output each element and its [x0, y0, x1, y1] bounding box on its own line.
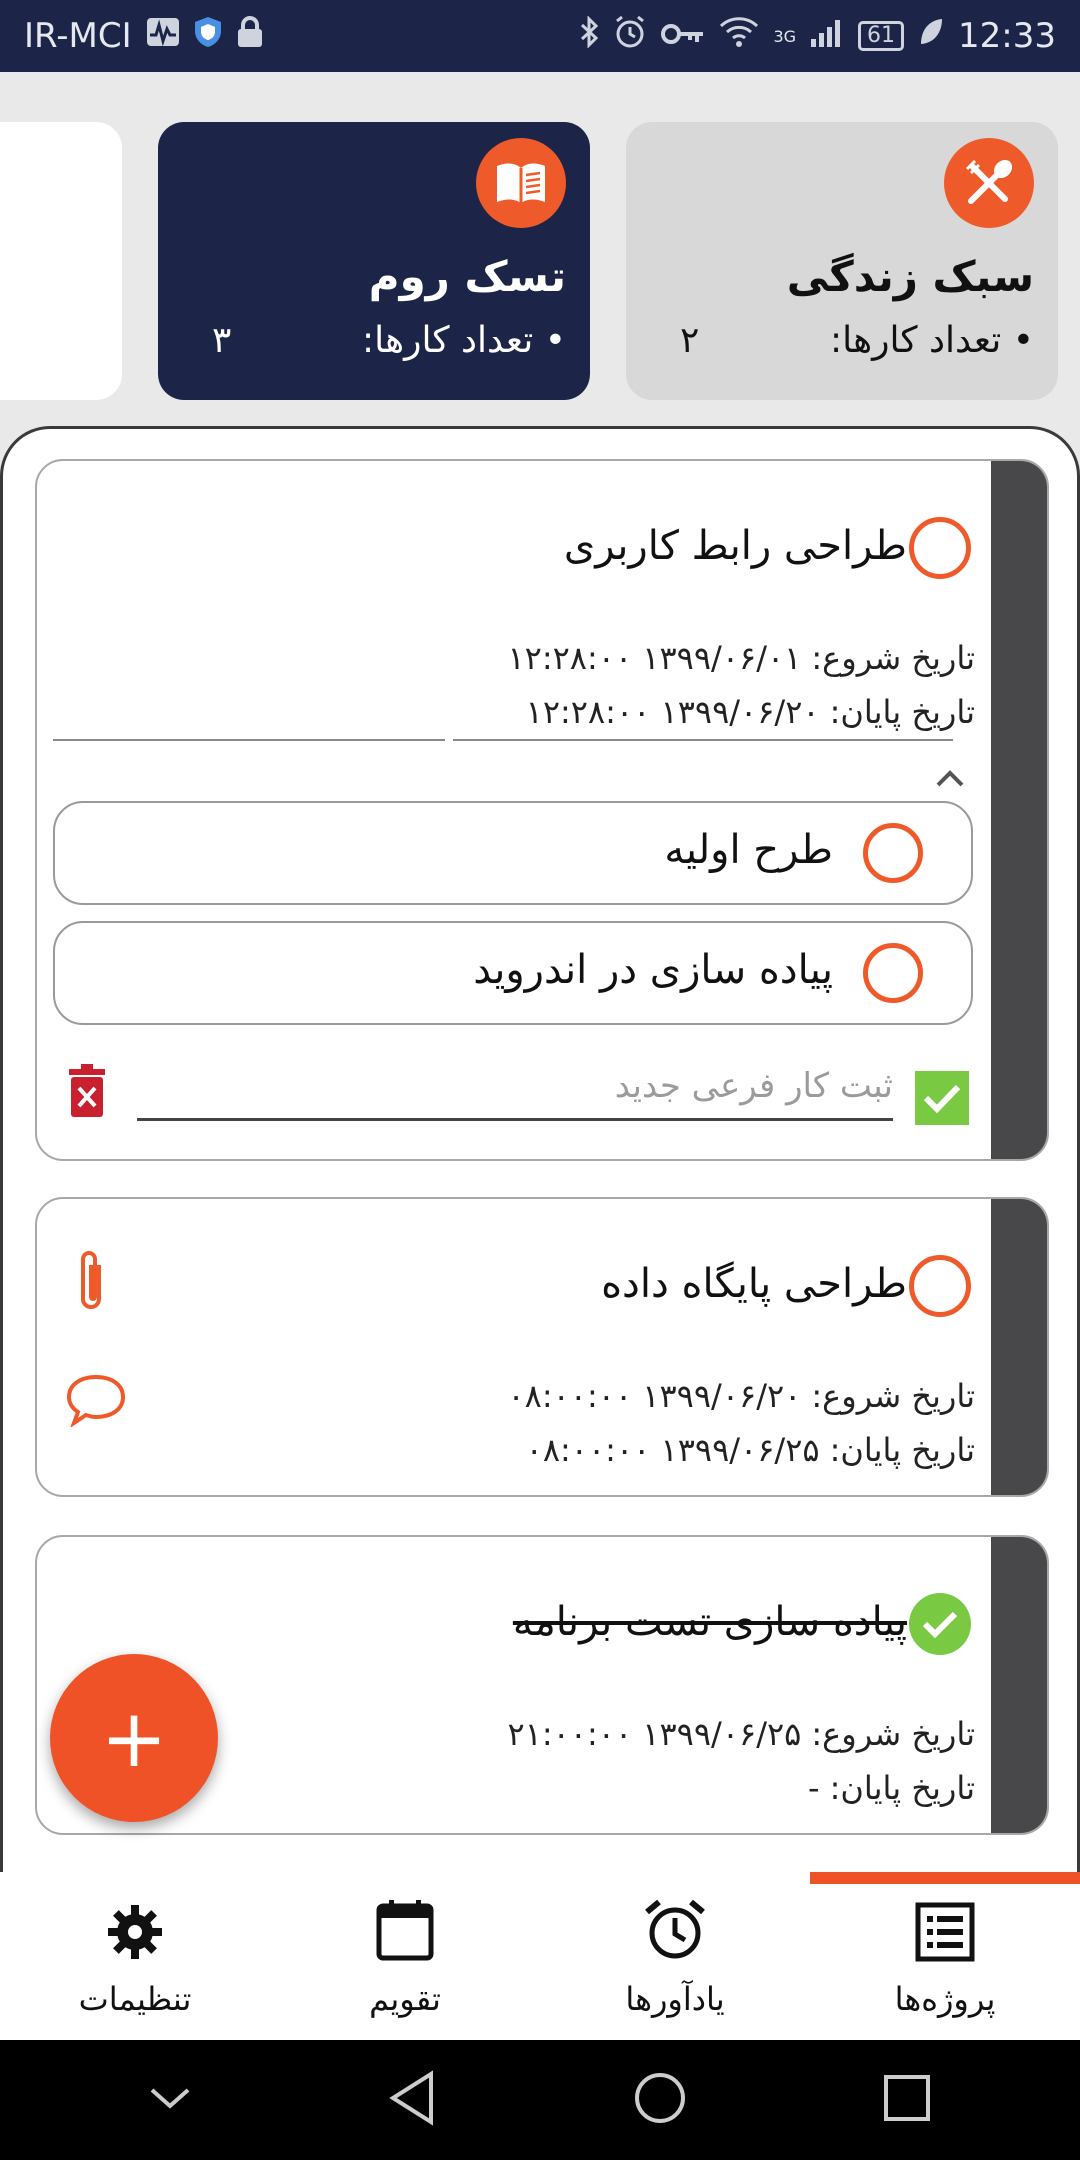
back-icon[interactable] — [387, 2070, 437, 2130]
bluetooth-icon — [579, 15, 599, 56]
task-end-date: تاریخ پایان:- — [808, 1769, 975, 1807]
nav-projects[interactable]: پروژه‌ها — [810, 1872, 1080, 2040]
start-label: تاریخ شروع: — [811, 1715, 975, 1753]
recents-icon[interactable] — [882, 2073, 932, 2127]
end-value: ۱۳۹۹/۰۶/۲۵ ۰۸:۰۰:۰۰ — [525, 1431, 820, 1469]
start-label: تاریخ شروع: — [811, 639, 975, 677]
list-icon — [915, 1902, 975, 1966]
attachment-icon[interactable] — [71, 1247, 111, 1321]
clock-time: 12:33 — [958, 16, 1056, 56]
task-end-date: تاریخ پایان:۱۳۹۹/۰۶/۲۵ ۰۸:۰۰:۰۰ — [526, 1431, 975, 1469]
leaf-icon — [918, 17, 944, 55]
end-value: - — [808, 1769, 820, 1807]
system-nav-bar — [0, 2040, 1080, 2160]
task-count-label: • تعداد کارها: — [361, 320, 566, 361]
task-count-value: ۳ — [212, 320, 232, 361]
subtask-item[interactable]: طرح اولیه — [53, 801, 973, 905]
divider — [53, 739, 445, 741]
new-subtask-input[interactable] — [137, 1053, 893, 1121]
chevron-down-icon[interactable] — [148, 2084, 192, 2116]
task-card-database-design[interactable]: طراحی پایگاه داده تاریخ شروع:۱۳۹۹/۰۶/۲۰ … — [35, 1197, 1049, 1497]
status-left: IR-MCI — [24, 16, 264, 56]
task-status-circle[interactable] — [909, 1255, 971, 1317]
end-value: ۱۳۹۹/۰۶/۲۰ ۱۲:۲۸:۰۰ — [525, 693, 820, 731]
task-start-date: تاریخ شروع:۱۳۹۹/۰۶/۲۵ ۲۱:۰۰:۰۰ — [507, 1715, 975, 1753]
task-card-ui-design[interactable]: طراحی رابط کاربری تاریخ شروع:۱۳۹۹/۰۶/۰۱ … — [35, 459, 1049, 1161]
nav-label: پروژه‌ها — [894, 1980, 996, 2018]
alarm-icon — [613, 15, 647, 57]
nav-label: تنظیمات — [78, 1980, 192, 2018]
subtask-title: طرح اولیه — [664, 827, 833, 873]
trash-icon[interactable] — [67, 1063, 107, 1123]
end-label: تاریخ پایان: — [829, 1769, 975, 1807]
network-type: 3G — [773, 27, 797, 46]
task-title: طراحی پایگاه داده — [601, 1261, 907, 1307]
fork-spoon-icon — [944, 138, 1034, 228]
project-title: سبک زندگی — [786, 252, 1034, 301]
end-label: تاریخ پایان: — [829, 1431, 975, 1469]
home-icon[interactable] — [633, 2071, 687, 2129]
bottom-nav: تنظیمات تقویم یادآورها پروژه‌ها — [0, 1872, 1080, 2040]
start-value: ۱۳۹۹/۰۶/۲۰ ۰۸:۰۰:۰۰ — [507, 1377, 802, 1415]
subtask-status-circle[interactable] — [863, 943, 923, 1003]
nav-label: تقویم — [369, 1980, 441, 2018]
confirm-subtask-button[interactable] — [915, 1071, 969, 1125]
task-count-label: • تعداد کارها: — [829, 320, 1034, 361]
task-done-check-icon[interactable] — [909, 1593, 971, 1655]
task-color-strip — [991, 1537, 1047, 1833]
task-status-circle[interactable] — [909, 517, 971, 579]
add-task-button[interactable]: + — [50, 1654, 218, 1822]
subtask-item[interactable]: پیاده سازی در اندروید — [53, 921, 973, 1025]
lock-icon — [236, 16, 264, 56]
gear-icon — [105, 1902, 165, 1966]
nav-calendar[interactable]: تقویم — [270, 1872, 540, 2040]
project-title: تسک روم — [368, 252, 566, 301]
shield-icon — [194, 16, 222, 56]
nav-label: یادآورها — [625, 1980, 725, 2018]
carrier-name: IR-MCI — [24, 16, 132, 56]
calendar-icon — [375, 1898, 435, 1966]
signal-icon — [810, 17, 844, 55]
subtask-status-circle[interactable] — [863, 823, 923, 883]
task-title: طراحی رابط کاربری — [563, 523, 907, 569]
status-right: 3G 61 12:33 — [579, 15, 1056, 57]
project-task-count: • تعداد کارها: ۳ — [182, 320, 566, 361]
tasks-panel[interactable]: طراحی رابط کاربری تاریخ شروع:۱۳۹۹/۰۶/۰۱ … — [0, 426, 1080, 1872]
task-start-date: تاریخ شروع:۱۳۹۹/۰۶/۲۰ ۰۸:۰۰:۰۰ — [507, 1377, 975, 1415]
project-card-taskroom[interactable]: تسک روم • تعداد کارها: ۳ — [158, 122, 590, 400]
start-value: ۱۳۹۹/۰۶/۰۱ ۱۲:۲۸:۰۰ — [507, 639, 802, 677]
status-bar: IR-MCI 3G 61 12:33 — [0, 0, 1080, 72]
project-card-lifestyle[interactable]: سبک زندگی • تعداد کارها: ۲ — [626, 122, 1058, 400]
task-color-strip — [991, 1199, 1047, 1495]
comment-icon[interactable] — [65, 1373, 127, 1431]
task-end-date: تاریخ پایان:۱۳۹۹/۰۶/۲۰ ۱۲:۲۸:۰۰ — [526, 693, 975, 731]
task-color-strip — [991, 461, 1047, 1159]
book-icon — [476, 138, 566, 228]
start-label: تاریخ شروع: — [811, 1377, 975, 1415]
start-value: ۱۳۹۹/۰۶/۲۵ ۲۱:۰۰:۰۰ — [507, 1715, 802, 1753]
battery-level: 61 — [858, 21, 905, 51]
project-task-count: • تعداد کارها: ۲ — [650, 320, 1034, 361]
projects-carousel[interactable]: تسک روم • تعداد کارها: ۳ سبک زندگی • تعد… — [0, 122, 1080, 400]
nav-reminders[interactable]: یادآورها — [540, 1872, 810, 2040]
divider — [453, 739, 953, 741]
end-label: تاریخ پایان: — [829, 693, 975, 731]
task-start-date: تاریخ شروع:۱۳۹۹/۰۶/۰۱ ۱۲:۲۸:۰۰ — [507, 639, 975, 677]
plus-icon: + — [100, 1691, 168, 1785]
task-count-value: ۲ — [680, 320, 700, 361]
wifi-icon — [719, 16, 759, 56]
activity-icon — [146, 17, 180, 55]
task-title: پیاده سازی تست برنامه — [512, 1599, 907, 1645]
project-card-partial[interactable] — [0, 122, 122, 400]
subtask-title: پیاده سازی در اندروید — [473, 947, 833, 993]
nav-settings[interactable]: تنظیمات — [0, 1872, 270, 2040]
alarm-clock-icon — [643, 1898, 707, 1966]
key-icon — [661, 19, 705, 54]
chevron-up-icon[interactable] — [935, 757, 965, 797]
